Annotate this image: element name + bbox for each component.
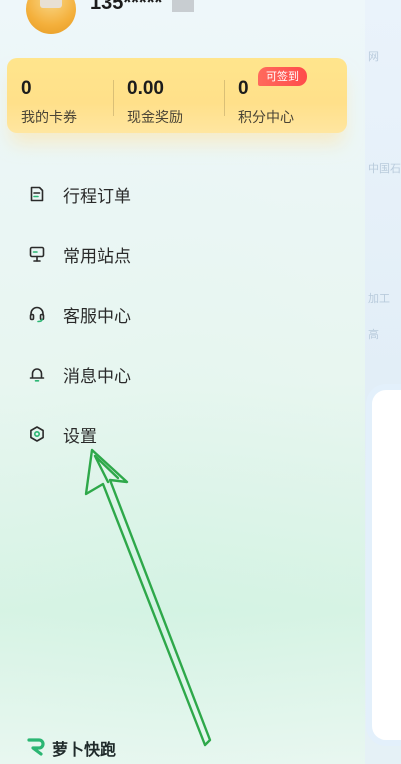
menu-label: 行程订单 — [63, 186, 131, 207]
menu-item-trip-orders[interactable]: 行程订单 — [20, 174, 320, 214]
points-label: 积分中心 — [238, 110, 294, 126]
cash-reward-label: 现金奖励 — [127, 110, 183, 126]
coupons-label: 我的卡券 — [21, 110, 77, 126]
cash-reward-stat[interactable]: 0.00 现金奖励 — [114, 58, 224, 133]
signin-badge[interactable]: 可签到 — [258, 67, 307, 86]
station-pin-icon — [26, 243, 48, 265]
menu-item-customer-service[interactable]: 客服中心 — [20, 294, 320, 334]
menu-item-settings[interactable]: 设置 — [20, 414, 320, 454]
menu-label: 常用站点 — [63, 246, 131, 267]
cash-reward-amount: 0.00 — [127, 78, 164, 99]
menu-item-saved-stations[interactable]: 常用站点 — [20, 234, 320, 274]
headset-icon — [26, 303, 48, 325]
coupons-stat[interactable]: 0 我的卡券 — [7, 58, 113, 133]
coupons-count: 0 — [21, 78, 32, 99]
background-text: 高 — [368, 328, 379, 341]
avatar[interactable] — [26, 0, 76, 34]
brand-name: 萝卜快跑 — [52, 740, 117, 759]
order-list-icon — [26, 183, 48, 205]
background-card — [372, 390, 401, 740]
background-text: 网 — [368, 50, 379, 63]
brand-mark-icon — [26, 736, 48, 760]
menu-label: 设置 — [63, 426, 97, 447]
menu-label: 消息中心 — [63, 366, 131, 387]
gear-icon — [26, 423, 48, 445]
points-count: 0 — [238, 78, 249, 99]
menu-label: 客服中心 — [63, 306, 131, 327]
privacy-mask — [172, 0, 194, 12]
brand-logo: 萝卜快跑 — [26, 736, 116, 760]
side-drawer: 135***** 0 我的卡券 0.00 现金奖励 0 积分中心 可签到 行程订… — [0, 0, 365, 764]
menu-item-messages[interactable]: 消息中心 — [20, 354, 320, 394]
background-text: 中国石 — [368, 162, 401, 175]
background-text: 加工 — [368, 292, 390, 305]
user-phone[interactable]: 135***** — [90, 0, 162, 15]
bell-icon — [26, 363, 48, 385]
